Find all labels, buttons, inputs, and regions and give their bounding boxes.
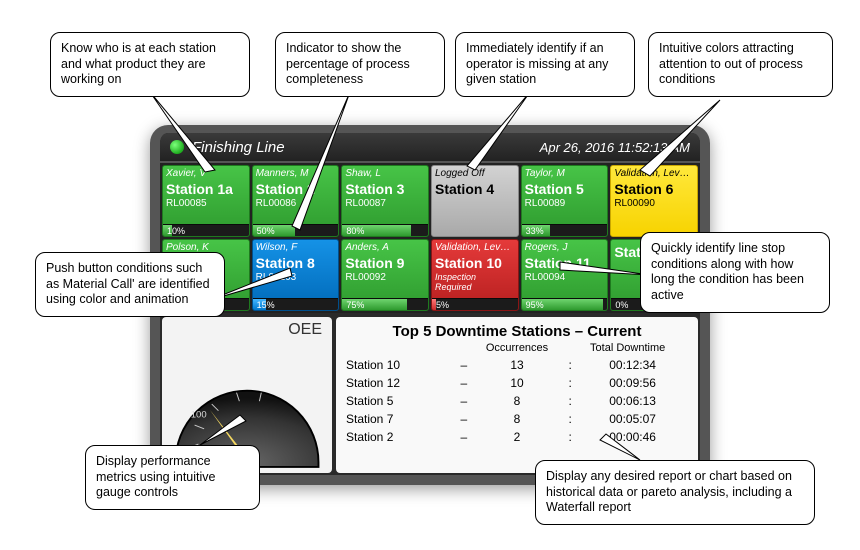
station-product: RL00090 [614,198,694,209]
progress-text: 5% [436,299,449,311]
row-station: Station 10 [346,356,457,374]
progress-bar: 10% [163,224,249,236]
station-operator: Xavier, V [166,168,246,179]
station-operator: Logged Off [435,168,515,179]
report-row: Station 2–2:00:00:46 [346,428,688,446]
progress-text: 15% [257,299,275,311]
progress-text: 0% [615,299,628,311]
station-operator: Shaw, L [345,168,425,179]
station-tile[interactable]: Shaw, L Station 3RL00087 80% [341,165,429,237]
station-product: RL00103 [256,272,336,283]
station-tile[interactable]: Logged Off Station 4 [431,165,519,237]
report-title: Top 5 Downtime Stations – Current [346,323,688,340]
dashboard-frame: Finishing Line Apr 26, 2016 11:52:13 AM … [150,125,710,485]
callout-report: Display any desired report or chart base… [535,460,815,525]
station-tile[interactable]: Validation, Level 2 Station 10Inspection … [431,239,519,311]
station-tile[interactable]: Taylor, M Station 5RL00089 33% [521,165,609,237]
station-product: RL00087 [345,198,425,209]
progress-bar: 75% [342,298,428,310]
station-name: Station 3 [345,181,425,197]
report-header-row: Occurrences Total Downtime [346,342,688,354]
report-row: Station 5–8:00:06:13 [346,392,688,410]
row-occurrences: 10 [471,374,563,392]
callout-line-stop: Quickly identify line stop conditions al… [640,232,830,313]
progress-text: 50% [257,225,275,237]
station-name: Station 1a [166,181,246,197]
row-downtime: 00:12:34 [577,356,688,374]
station-tile[interactable]: Manners, M Station 2RL00086 50% [252,165,340,237]
station-product: RL00086 [256,198,336,209]
station-tile[interactable]: Xavier, V Station 1aRL00085 10% [162,165,250,237]
row-downtime: 00:05:07 [577,410,688,428]
progress-bar: 95% [522,298,608,310]
station-tile[interactable]: Rogers, J Station 11RL00094 95% [521,239,609,311]
timestamp: Apr 26, 2016 11:52:13 AM [540,140,690,155]
callout-gauge: Display performance metrics using intuit… [85,445,260,510]
station-note: Inspection Required [435,272,515,292]
station-name: Station 4 [435,181,515,197]
row-downtime: 00:06:13 [577,392,688,410]
station-operator: Wilson, F [256,242,336,253]
progress-bar: 15% [253,298,339,310]
station-product: RL00092 [345,272,425,283]
station-product: RL00085 [166,198,246,209]
station-tile[interactable]: Validation, Level 1 Station 6RL00090 [610,165,698,237]
row-station: Station 12 [346,374,457,392]
station-operator: Anders, A [345,242,425,253]
callout-progress: Indicator to show the percentage of proc… [275,32,445,97]
gauge-tick-100: 100 [191,409,207,420]
station-operator: Taylor, M [525,168,605,179]
row-occurrences: 13 [471,356,563,374]
station-grid: Xavier, V Station 1aRL00085 10% Manners, M S… [160,163,700,313]
progress-bar: 5% [432,298,518,310]
station-name: Station 10 [435,255,515,271]
station-name: Station 5 [525,181,605,197]
progress-text: 80% [346,225,364,237]
row-downtime: 00:09:56 [577,374,688,392]
progress-bar: 33% [522,224,608,236]
station-operator: Rogers, J [525,242,605,253]
row-occurrences: 8 [471,392,563,410]
station-product: RL00094 [525,272,605,283]
header-bar: Finishing Line Apr 26, 2016 11:52:13 AM [160,133,700,163]
progress-text: 75% [346,299,364,311]
station-tile[interactable]: Wilson, F Station 8RL00103 15% [252,239,340,311]
station-operator: Validation, Level 2 [435,242,515,253]
progress-bar: 80% [342,224,428,236]
row-occurrences: 2 [471,428,563,446]
callout-logged-off: Immediately identify if an operator is m… [455,32,635,97]
station-name: Station 9 [345,255,425,271]
report-row: Station 10–13:00:12:34 [346,356,688,374]
row-station: Station 5 [346,392,457,410]
station-name: Station 11 [525,255,605,271]
downtime-report-panel: Top 5 Downtime Stations – Current Occurr… [336,317,698,473]
report-row: Station 7–8:00:05:07 [346,410,688,428]
callout-material-call: Push button conditions such as Material … [35,252,225,317]
row-occurrences: 8 [471,410,563,428]
row-downtime: 00:00:46 [577,428,688,446]
report-row: Station 12–10:00:09:56 [346,374,688,392]
status-dot-icon [170,140,184,154]
station-tile[interactable]: Anders, A Station 9RL00092 75% [341,239,429,311]
station-product: RL00089 [525,198,605,209]
progress-text: 33% [526,225,544,237]
col-occurrences: Occurrences [467,342,568,354]
row-station: Station 7 [346,410,457,428]
col-total-downtime: Total Downtime [567,342,688,354]
station-operator: Validation, Level 1 [614,168,694,179]
station-name: Station 8 [256,255,336,271]
line-title: Finishing Line [192,139,540,156]
station-operator: Manners, M [256,168,336,179]
callout-operator-product: Know who is at each station and what pro… [50,32,250,97]
progress-text: 10% [167,225,185,237]
row-station: Station 2 [346,428,457,446]
station-name: Station 2 [256,181,336,197]
callout-colors: Intuitive colors attracting attention to… [648,32,833,97]
dashboard-inner: Finishing Line Apr 26, 2016 11:52:13 AM … [160,133,700,475]
progress-text: 95% [526,299,544,311]
oee-label: OEE [166,321,328,339]
station-name: Station 6 [614,181,694,197]
progress-bar: 50% [253,224,339,236]
